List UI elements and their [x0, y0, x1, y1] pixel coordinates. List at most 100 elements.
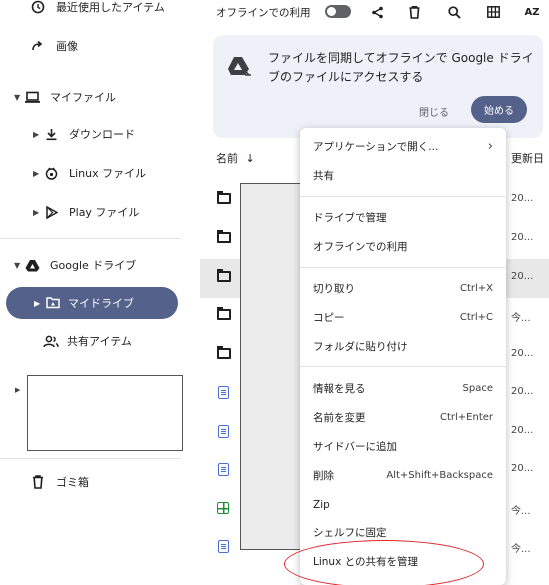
menu-item-info[interactable]: 情報を見る Space: [300, 374, 506, 403]
expanded-arrow-icon[interactable]: ▼: [14, 261, 24, 270]
chevron-right-icon: ›: [487, 139, 493, 154]
sidebar-item-play-files[interactable]: ▶ Play ファイル: [33, 197, 139, 227]
menu-separator: [300, 366, 506, 367]
menu-item-label: 切り取り: [313, 283, 355, 295]
image-shortcut-icon: [30, 38, 46, 54]
column-header-name[interactable]: 名前 ↓: [216, 150, 255, 166]
expanded-arrow-icon[interactable]: ▼: [14, 93, 24, 102]
sidebar-item-label: ダウンロード: [69, 128, 135, 141]
offline-toggle[interactable]: [325, 5, 351, 18]
row-modified-date: 20...: [511, 386, 534, 397]
redacted-device-entry[interactable]: [27, 375, 183, 451]
menu-item-label: アプリケーションで開く...: [313, 141, 439, 153]
menu-separator: [300, 196, 506, 197]
menu-item-label: 共有: [313, 170, 334, 182]
row-modified-date: 20...: [511, 463, 534, 474]
column-header-modified[interactable]: 更新日: [511, 150, 544, 166]
sidebar-item-trash[interactable]: ゴミ箱: [30, 467, 89, 497]
collapsed-arrow-icon[interactable]: ▶: [15, 386, 20, 394]
document-icon: [217, 463, 231, 477]
sidebar-item-label: ゴミ箱: [56, 476, 89, 489]
collapsed-arrow-icon[interactable]: ▶: [33, 130, 43, 139]
folder-icon: [217, 191, 231, 207]
row-modified-date: 今...: [511, 506, 531, 517]
collapsed-arrow-icon[interactable]: ▶: [33, 169, 43, 178]
menu-separator: [300, 267, 506, 268]
laptop-icon: [24, 89, 40, 105]
search-icon[interactable]: [445, 3, 463, 21]
google-drive-offline-icon: [228, 56, 254, 82]
redacted-file-names: [240, 183, 302, 550]
shared-drive-folder-icon: [46, 296, 60, 312]
download-icon: [43, 126, 59, 142]
spreadsheet-icon: [217, 502, 231, 516]
files-app: 最近使用したアイテム 画像 ▼ マイファイル ▶ ダウンロード ▶ Linux …: [0, 0, 549, 585]
banner-message: ファイルを同期してオフラインで Google ドライブのファイルにアクセスする: [268, 51, 534, 84]
shortcut-label: Space: [462, 383, 493, 394]
sidebar-item-label: Google ドライブ: [50, 259, 137, 272]
toolbar: オフラインでの利用 AZ: [200, 0, 549, 26]
menu-item-copy[interactable]: コピー Ctrl+C: [300, 303, 506, 332]
grid-view-icon[interactable]: [484, 3, 502, 21]
sidebar-item-images[interactable]: 画像: [30, 31, 78, 61]
menu-item-label: シェルフに固定: [313, 527, 387, 539]
sidebar-item-recent[interactable]: 最近使用したアイテム: [30, 0, 165, 22]
document-icon: [217, 540, 231, 554]
sidebar-item-label: 画像: [56, 40, 78, 53]
sort-button[interactable]: AZ: [523, 3, 541, 21]
shortcut-label: Ctrl+Enter: [439, 412, 493, 423]
trash-icon: [30, 474, 46, 490]
shortcut-label: Ctrl+C: [459, 312, 493, 323]
sidebar-item-linux-files[interactable]: ▶ Linux ファイル: [33, 158, 146, 188]
sidebar-item-shared[interactable]: 共有アイテム: [43, 326, 132, 356]
row-modified-date: 20...: [511, 271, 534, 282]
share-icon[interactable]: [368, 3, 386, 21]
shortcut-label: Ctrl+X: [459, 283, 493, 294]
sidebar-item-my-drive[interactable]: ▶ マイドライブ: [6, 287, 178, 319]
row-modified-date: 今...: [511, 313, 531, 324]
linux-icon: [43, 165, 59, 181]
sidebar-item-my-files[interactable]: ▼ マイファイル: [14, 82, 116, 112]
google-drive-icon: [24, 257, 40, 273]
collapsed-arrow-icon[interactable]: ▶: [33, 208, 43, 217]
folder-icon: [217, 230, 231, 246]
menu-item-manage-drive[interactable]: ドライブで管理: [300, 203, 506, 232]
sidebar-item-label: マイファイル: [50, 91, 116, 104]
sidebar-item-google-drive[interactable]: ▼ Google ドライブ: [14, 250, 136, 280]
column-header-label: 名前: [216, 152, 238, 165]
collapsed-arrow-icon[interactable]: ▶: [34, 299, 40, 308]
play-store-icon: [43, 204, 59, 220]
sidebar-divider: [0, 238, 181, 239]
menu-item-add-sidebar[interactable]: サイドバーに追加: [300, 432, 506, 461]
sidebar-item-downloads[interactable]: ▶ ダウンロード: [33, 119, 135, 149]
menu-item-rename[interactable]: 名前を変更 Ctrl+Enter: [300, 403, 506, 432]
menu-item-paste[interactable]: フォルダに貼り付け: [300, 332, 506, 361]
menu-item-label: Zip: [313, 498, 330, 511]
delete-icon[interactable]: [405, 3, 423, 21]
menu-item-delete[interactable]: 削除 Alt+Shift+Backspace: [300, 461, 506, 490]
menu-item-label: 削除: [313, 470, 334, 482]
highlight-annotation: [284, 540, 484, 585]
sidebar-item-label: 共有アイテム: [67, 335, 132, 348]
start-button[interactable]: 始める: [471, 96, 527, 123]
menu-item-share[interactable]: 共有: [300, 161, 506, 190]
menu-item-offline[interactable]: オフラインでの利用: [300, 232, 506, 261]
folder-icon: [217, 307, 231, 323]
menu-item-label: 名前を変更: [313, 412, 366, 424]
menu-item-zip[interactable]: Zip: [300, 490, 506, 519]
sidebar-item-label: Play ファイル: [69, 206, 140, 219]
row-modified-date: 20...: [511, 348, 534, 359]
document-icon: [217, 425, 231, 439]
sidebar: 最近使用したアイテム 画像 ▼ マイファイル ▶ ダウンロード ▶ Linux …: [0, 0, 195, 585]
menu-item-label: コピー: [313, 312, 345, 324]
offline-sync-banner: ファイルを同期してオフラインで Google ドライブのファイルにアクセスする …: [213, 35, 543, 138]
people-icon: [43, 333, 59, 349]
dismiss-button[interactable]: 閉じる: [419, 104, 449, 119]
menu-item-cut[interactable]: 切り取り Ctrl+X: [300, 274, 506, 303]
sidebar-divider: [0, 458, 181, 459]
offline-label: オフラインでの利用: [216, 7, 311, 19]
clock-icon: [30, 0, 46, 15]
menu-item-label: 情報を見る: [313, 383, 366, 395]
menu-item-open-with[interactable]: アプリケーションで開く... ›: [300, 132, 506, 161]
shortcut-label: Alt+Shift+Backspace: [386, 470, 493, 481]
